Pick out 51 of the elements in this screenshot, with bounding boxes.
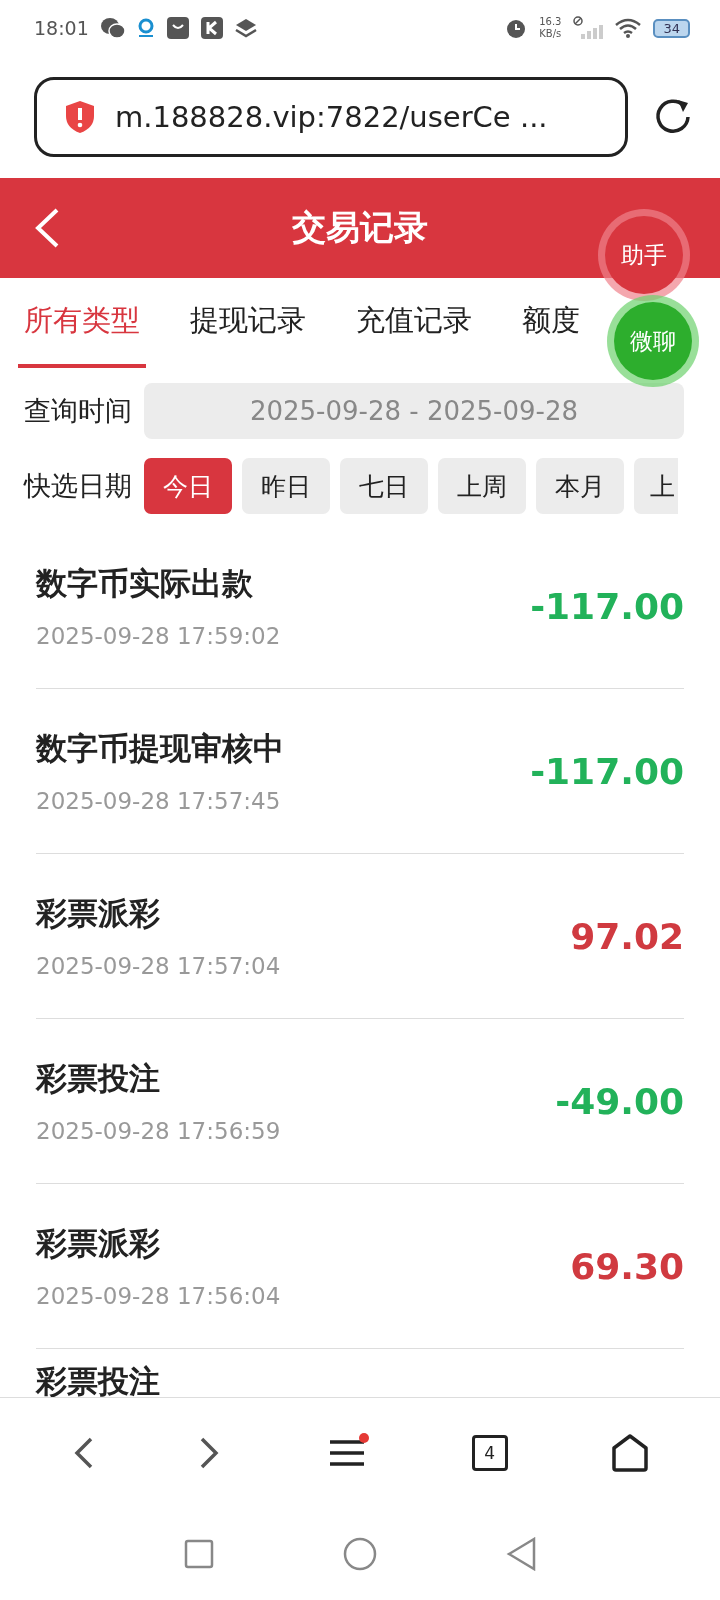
menu-icon [329,1437,365,1469]
back-icon[interactable] [34,208,60,248]
back-triangle-icon[interactable] [505,1537,536,1571]
no-sim-signal-icon [573,16,604,40]
bag-icon [166,17,189,39]
tab-count[interactable]: 4 [471,1435,508,1471]
filter-tab[interactable]: 提现记录 [184,278,312,368]
speed-unit: KB/s [539,28,562,40]
record-time: 2025-09-28 17:57:45 [36,788,282,814]
record-amount: -117.00 [530,750,684,792]
date-chip[interactable]: 七日 [340,458,428,514]
record-title: 彩票投注 [36,1059,161,1098]
app-icon [200,17,223,39]
warning-shield-icon [65,100,95,134]
network-speed: 16.3 [539,16,562,28]
chat-icon [100,17,125,39]
filter-tab[interactable]: 所有类型 [18,278,146,368]
record-title: 数字币实际出款 [36,564,254,603]
alarm-icon [505,17,528,39]
record-title: 数字币提现审核中 [36,729,285,768]
recents-icon[interactable] [184,1539,215,1569]
page-title: 交易记录 [292,206,428,249]
record-time: 2025-09-28 17:56:04 [36,1283,282,1309]
record-title: 彩票派彩 [36,1224,161,1263]
wifi-icon [615,18,642,38]
record-title: 彩票派彩 [36,894,161,933]
home-circle-icon[interactable] [343,1537,377,1571]
layers-icon [234,18,257,38]
date-chip[interactable]: 昨日 [242,458,330,514]
home-icon[interactable] [610,1434,649,1472]
clock: 18:01 [34,17,89,39]
record-amount: -117.00 [530,585,684,627]
record-amount: 97.02 [570,915,684,957]
filter-tab[interactable]: 充值记录 [350,278,478,368]
url-bar[interactable]: m.188828.vip:7822/userCe ... [34,77,628,157]
record-time: 2025-09-28 17:59:02 [36,623,282,649]
date-chip[interactable]: 本月 [536,458,624,514]
record-amount: -49.00 [555,1080,684,1122]
quick-date-label: 快选日期 [24,469,132,503]
url-text: m.188828.vip:7822/userCe ... [115,100,548,134]
app-icon [136,17,155,39]
record-time: 2025-09-28 17:56:59 [36,1118,282,1144]
record-amount: 69.30 [570,1245,684,1287]
battery-level: 34 [653,18,690,38]
record-time: 2025-09-28 17:57:04 [36,953,282,979]
date-chip[interactable]: 上 [634,458,678,514]
date-chip[interactable]: 今日 [144,458,232,514]
query-time-label: 查询时间 [24,394,132,428]
record-title: 彩票投注 [36,1362,160,1397]
filter-tab[interactable]: 额度 [516,278,586,368]
date-chip[interactable]: 上周 [438,458,526,514]
